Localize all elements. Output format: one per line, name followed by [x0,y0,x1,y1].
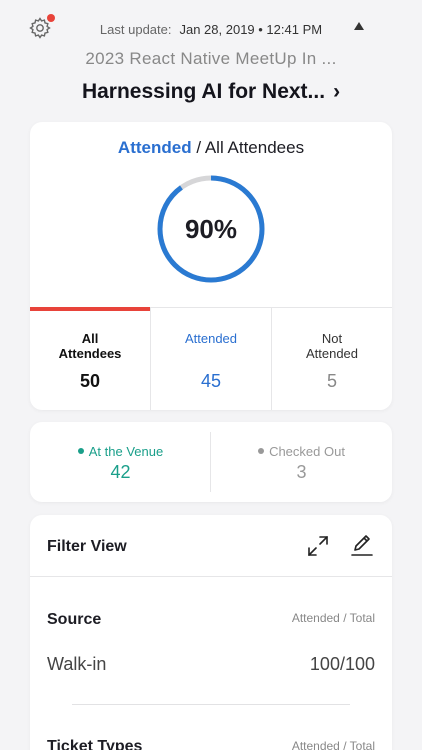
status-dot-icon [77,448,84,454]
source-section-meta: Attended / Total [291,611,375,625]
tab-not-attended-label: Not Attended [305,331,359,361]
venue-status-card: At the Venue 42 Checked Out 3 [30,422,392,502]
stats-heading-rest[interactable]: All Attendees [205,138,304,157]
status-dot-icon [258,448,265,454]
chevron-right-icon: › [333,80,341,103]
session-title[interactable]: Harnessing AI for Next... › [0,80,422,104]
edit-button[interactable] [349,532,375,558]
attendance-percent: 90% [184,213,238,244]
session-title-text: Harnessing AI for Next... [81,80,326,103]
at-venue-value: 42 [110,462,131,482]
collapse-up-icon[interactable] [354,22,364,30]
filter-view-card: Filter View Source Attended / Total Walk… [30,515,392,750]
last-update-label: Last update: [99,22,172,37]
stats-heading: Attended / All Attendees [30,138,392,158]
checked-out-stat[interactable]: Checked Out 3 [211,422,392,502]
checked-out-value: 3 [296,462,307,482]
tab-attended-value: 45 [200,371,222,391]
attendance-stats-card: Attended / All Attendees 90% All Attende… [30,122,392,410]
source-row-label: Walk-in [47,654,107,674]
tab-not-attended[interactable]: Not Attended 5 [272,308,392,410]
filter-header: Filter View [30,515,392,577]
expand-button[interactable] [306,534,330,558]
last-update-value: Jan 28, 2019 • 12:41 PM [179,22,323,37]
ticket-types-section-title: Ticket Types [47,738,143,750]
tab-all-attendees-label: All Attendees [58,331,122,361]
tab-attended[interactable]: Attended 45 [151,308,272,410]
stats-heading-active[interactable]: Attended [118,138,192,157]
expand-icon [308,536,328,556]
section-divider [72,704,350,705]
notification-dot [47,14,55,22]
source-section-title: Source [47,611,102,628]
checked-out-label: Checked Out [211,444,392,459]
tab-not-attended-value: 5 [326,371,337,391]
filter-title: Filter View [47,538,127,555]
source-row-value: 100/100 [309,654,375,674]
at-venue-label: At the Venue [30,444,211,459]
tab-attended-label: Attended [184,331,238,346]
top-bar: Last update: Jan 28, 2019 • 12:41 PM 2023… [0,0,422,120]
stats-heading-separator: / [191,138,205,157]
event-name[interactable]: 2023 React Native MeetUp In ... [0,49,422,69]
stats-tabs: All Attendees 50 Attended 45 Not Attende… [30,307,392,410]
at-venue-stat[interactable]: At the Venue 42 [30,422,211,502]
pencil-icon [351,535,373,556]
tab-all-attendees-value: 50 [79,371,101,391]
tab-all-attendees[interactable]: All Attendees 50 [30,307,151,410]
ticket-types-section-meta: Attended / Total [291,739,375,750]
